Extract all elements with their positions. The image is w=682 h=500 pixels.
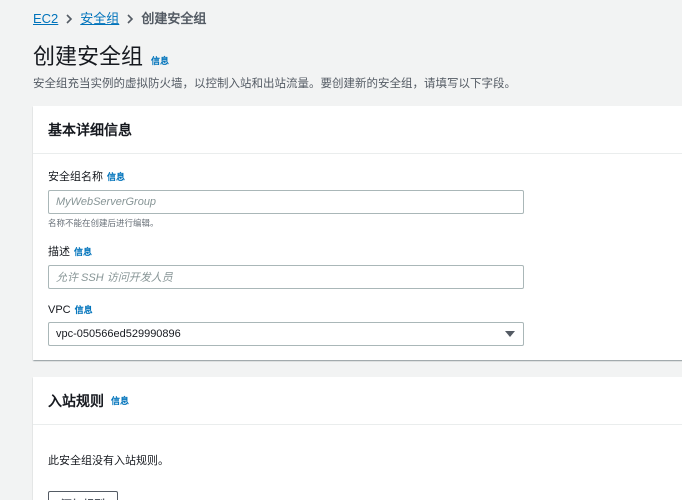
security-group-name-info-link[interactable]: 信息: [107, 170, 125, 183]
breadcrumb-link-ec2[interactable]: EC2: [33, 11, 58, 27]
inbound-rules-info-link[interactable]: 信息: [111, 394, 129, 407]
add-rule-button[interactable]: 添加规则: [48, 491, 118, 500]
basic-details-header: 基本详细信息: [33, 106, 682, 154]
page-description: 安全组充当实例的虚拟防火墙，以控制入站和出站流量。要创建新的安全组，请填写以下字…: [33, 78, 516, 90]
description-placeholder: 允许 SSH 访问开发人员: [56, 272, 173, 284]
page-title: 创建安全组: [33, 44, 144, 69]
description-label: 描述: [48, 246, 70, 258]
vpc-select[interactable]: vpc-050566ed529990896: [48, 322, 524, 346]
description-input[interactable]: 允许 SSH 访问开发人员: [48, 265, 524, 289]
chevron-right-icon: [58, 14, 80, 24]
breadcrumb: EC2 安全组 创建安全组: [33, 11, 206, 27]
inbound-rules-empty-message: 此安全组没有入站规则。: [48, 455, 169, 467]
security-group-name-placeholder: MyWebServerGroup: [56, 196, 157, 208]
security-group-name-label-row: 安全组名称 信息: [48, 168, 524, 184]
vpc-label-row: VPC 信息: [48, 303, 524, 316]
inbound-rules-header: 入站规则 信息: [33, 377, 682, 425]
description-field: 描述 信息 允许 SSH 访问开发人员: [48, 243, 524, 289]
vpc-info-link[interactable]: 信息: [75, 303, 93, 316]
security-group-name-label: 安全组名称: [48, 171, 103, 183]
security-group-name-field: 安全组名称 信息 MyWebServerGroup 名称不能在创建后进行编辑。: [48, 168, 524, 229]
description-label-row: 描述 信息: [48, 243, 524, 259]
vpc-field: VPC 信息 vpc-050566ed529990896: [48, 303, 524, 346]
basic-details-panel: 基本详细信息 安全组名称 信息 MyWebServerGroup 名称不能在创建…: [33, 106, 682, 360]
inbound-rules-title: 入站规则: [48, 392, 104, 409]
page-info-link[interactable]: 信息: [151, 54, 169, 67]
basic-details-title: 基本详细信息: [48, 121, 132, 138]
breadcrumb-link-security-groups[interactable]: 安全组: [80, 11, 119, 27]
vpc-label: VPC: [48, 304, 71, 316]
security-group-name-input[interactable]: MyWebServerGroup: [48, 190, 524, 214]
chevron-right-icon: [119, 14, 141, 24]
description-info-link[interactable]: 信息: [74, 245, 92, 258]
page-header: 创建安全组 信息: [33, 44, 169, 70]
caret-down-icon: [505, 331, 515, 337]
inbound-rules-panel: 入站规则 信息 此安全组没有入站规则。 添加规则: [33, 377, 682, 500]
vpc-selected-value: vpc-050566ed529990896: [56, 328, 181, 340]
breadcrumb-current: 创建安全组: [141, 11, 207, 26]
security-group-name-constraint: 名称不能在创建后进行编辑。: [48, 218, 159, 228]
create-security-group-page: EC2 安全组 创建安全组 创建安全组 信息 安全组充当实例的虚拟防火墙，以控制…: [0, 0, 682, 500]
